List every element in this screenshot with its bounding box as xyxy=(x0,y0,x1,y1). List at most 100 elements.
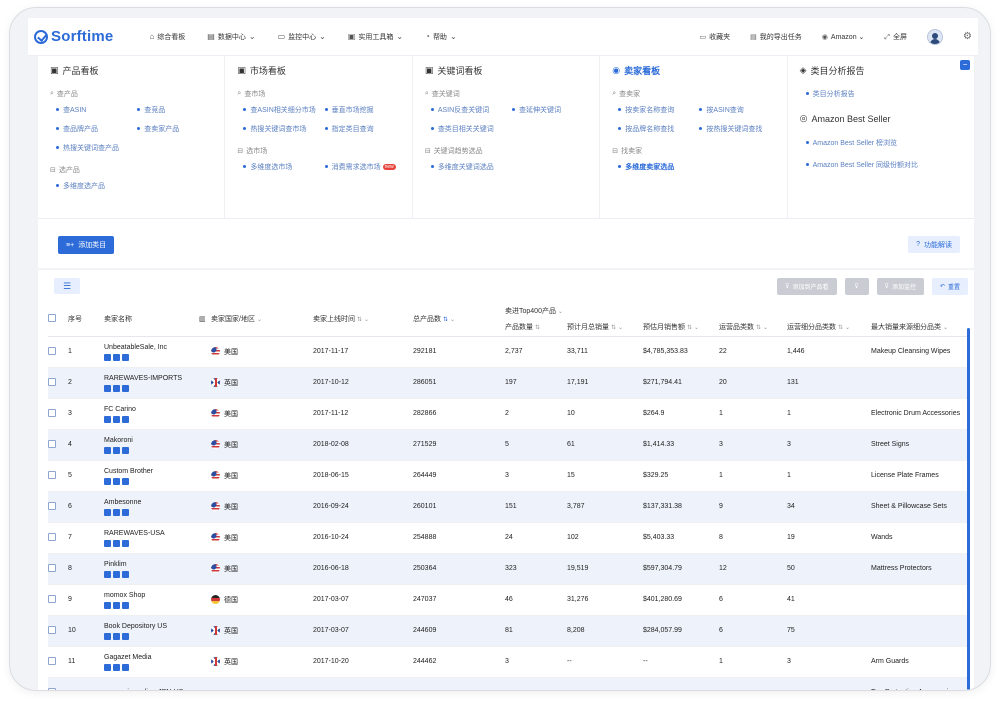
header-country[interactable]: 卖家国家/地区 ⌄ xyxy=(211,302,313,337)
chart-icon[interactable] xyxy=(113,632,120,640)
link-asin-query[interactable]: 按ASIN查询 xyxy=(699,105,774,115)
table-row[interactable]: 7 RAREWAVES-USA 美国 2016-10-24 254888 24 102 $5,… xyxy=(48,522,971,554)
reset-button[interactable]: ↶ 重置 xyxy=(931,278,968,295)
vertical-scrollbar[interactable] xyxy=(967,328,970,690)
link-category-query[interactable]: 指定类目查询 xyxy=(324,124,400,134)
seller-name-link[interactable]: RAREWAVES-USA xyxy=(104,529,211,538)
link-multi-dim-seller[interactable]: 多维度卖家选品 xyxy=(618,162,774,172)
store-icon[interactable] xyxy=(104,446,111,454)
table-row[interactable]: 11 Gagazet Media 英国 2017-10-20 244462 3 -- -- 1 3… xyxy=(48,646,971,678)
nav-help[interactable]: ◔ 帮助 ⌄ xyxy=(425,32,457,42)
category-report-title[interactable]: ◈ 类目分析报告 xyxy=(800,64,962,77)
chart-icon[interactable] xyxy=(113,663,120,671)
table-row[interactable]: 3 FC Carino 美国 2017-11-12 282866 2 10 $264.9 1 1 E… xyxy=(48,398,971,430)
seller-name-link[interactable]: Pinklim xyxy=(104,560,211,569)
chart-icon[interactable] xyxy=(113,539,120,547)
user-icon[interactable] xyxy=(122,570,129,578)
keyword-board-title[interactable]: ▣ 关键词看板 xyxy=(425,64,587,77)
store-icon[interactable] xyxy=(104,632,111,640)
link-multi-dim-market[interactable]: 多维度选市场 xyxy=(243,162,318,172)
link-search-seller-products[interactable]: 查卖家产品 xyxy=(137,124,212,134)
chart-icon[interactable] xyxy=(113,446,120,454)
link-search-brand-products[interactable]: 查品牌产品 xyxy=(56,124,131,134)
link-demand-market[interactable]: 消费需求选市场 new xyxy=(324,162,400,172)
user-icon[interactable] xyxy=(122,353,129,361)
store-icon[interactable] xyxy=(104,508,111,516)
store-icon[interactable] xyxy=(104,570,111,578)
chart-icon[interactable] xyxy=(113,384,120,392)
nav-toolbox[interactable]: ▣ 实用工具箱 ⌄ xyxy=(348,32,403,42)
select-all-checkbox[interactable] xyxy=(48,313,56,322)
table-row[interactable]: 2 RAREWAVES-IMPORTS 英国 2017-10-12 286051 197 1… xyxy=(48,367,971,399)
user-icon[interactable] xyxy=(122,415,129,423)
header-total-products[interactable]: 总产品数 ⇅ ⌄ xyxy=(413,302,505,337)
seller-name-link[interactable]: Book Depository US xyxy=(104,622,211,631)
link-asin-submarket[interactable]: 查ASIN相关细分市场 xyxy=(243,105,318,115)
link-asin-reverse-keyword[interactable]: ASIN反查关键词 xyxy=(430,105,506,115)
link-search-asin[interactable]: 查ASIN xyxy=(56,105,131,115)
export-tasks-button[interactable]: ▤ 我的导出任务 xyxy=(750,32,802,42)
chart-icon[interactable] xyxy=(113,508,120,516)
user-icon[interactable] xyxy=(122,539,129,547)
row-checkbox[interactable] xyxy=(48,656,56,665)
add-category-button[interactable]: ≡+ 添加类目 xyxy=(58,236,115,254)
row-checkbox[interactable] xyxy=(48,594,56,603)
seller-name-link[interactable]: Gagazet Media xyxy=(104,653,211,662)
marketplace-select[interactable]: ◉ Amazon ⌄ xyxy=(822,33,865,41)
link-seller-name-query[interactable]: 按卖家名称查询 xyxy=(618,105,693,115)
nav-monitor-center[interactable]: ▭ 监控中心 ⌄ xyxy=(278,32,326,42)
link-hot-keyword-products[interactable]: 热搜关键词查产品 xyxy=(56,143,131,153)
link-extended-keyword[interactable]: 查延伸关键词 xyxy=(512,105,587,115)
link-brand-name-search[interactable]: 按品牌名称查找 xyxy=(618,124,693,134)
seller-board-title[interactable]: ◉ 卖家看板 xyxy=(612,64,774,77)
table-row[interactable]: 6 Ambesonne 美国 2016-09-24 260101 151 3,787 $137… xyxy=(48,491,971,523)
link-hot-keyword-search[interactable]: 按热搜关键词查找 xyxy=(699,124,774,134)
chart-icon[interactable] xyxy=(113,353,120,361)
header-monthly-revenue[interactable]: 预估月销售额 ⇅ ⌄ xyxy=(643,319,719,337)
store-icon[interactable] xyxy=(104,353,111,361)
row-checkbox[interactable] xyxy=(48,563,56,572)
link-multi-dim-keyword[interactable]: 多维度关键词选品 xyxy=(430,162,587,172)
table-row[interactable]: 10 Book Depository US 英国 2017-03-07 244609 81… xyxy=(48,615,971,647)
user-icon[interactable] xyxy=(122,663,129,671)
seller-name-link[interactable]: samurai_media - JPN-US xyxy=(104,688,211,690)
seller-name-link[interactable]: FC Carino xyxy=(104,405,211,414)
store-icon[interactable] xyxy=(104,601,111,609)
chart-icon[interactable] xyxy=(113,601,120,609)
user-icon[interactable] xyxy=(122,446,129,454)
nav-data-center[interactable]: ▤ 数据中心 ⌄ xyxy=(207,32,255,42)
market-board-title[interactable]: ▣ 市场看板 xyxy=(237,64,399,77)
link-vertical-market[interactable]: 垂直市场挖掘 xyxy=(324,105,400,115)
header-ops-subcategories[interactable]: 运营细分品类数 ⇅ ⌄ xyxy=(787,319,871,337)
filter-button[interactable]: ⊽ xyxy=(844,278,869,295)
header-column-config[interactable]: ▥ xyxy=(199,302,211,337)
column-settings-button[interactable]: ☰ xyxy=(54,278,80,294)
store-icon[interactable] xyxy=(104,663,111,671)
store-icon[interactable] xyxy=(104,384,111,392)
header-top400-group[interactable]: 卖进Top400产品 ⌄ xyxy=(505,302,970,319)
row-checkbox[interactable] xyxy=(48,346,56,355)
seller-name-link[interactable]: Makoroni xyxy=(104,436,211,445)
header-monthly-sales[interactable]: 预计月总销量 ⇅ ⌄ xyxy=(567,319,643,337)
user-icon[interactable] xyxy=(122,384,129,392)
header-top-subcategory[interactable]: 最大销量来源细分品类 ⌄ xyxy=(871,319,971,337)
user-icon[interactable] xyxy=(122,477,129,485)
fullscreen-button[interactable]: ⤢ 全屏 xyxy=(884,32,907,42)
link-best-seller-compare[interactable]: Amazon Best Seller 同级份额对比 xyxy=(805,160,962,170)
seller-name-link[interactable]: Ambesonne xyxy=(104,498,211,507)
header-product-count[interactable]: 产品数量 ⇅ xyxy=(505,319,567,337)
store-icon[interactable] xyxy=(104,415,111,423)
header-ops-categories[interactable]: 运营品类数 ⇅ ⌄ xyxy=(719,319,787,337)
function-explain-button[interactable]: ? 功能解读 xyxy=(908,236,960,253)
nav-dashboard[interactable]: ⌂ 综合看板 xyxy=(149,32,185,42)
seller-name-link[interactable]: UnbeatableSale, Inc xyxy=(104,343,211,352)
link-hot-keyword-market[interactable]: 热搜关键词查市场 xyxy=(243,124,318,134)
row-checkbox[interactable] xyxy=(48,408,56,417)
link-category-keyword[interactable]: 查类目相关关键词 xyxy=(430,124,506,134)
link-search-competitor[interactable]: 查竞品 xyxy=(137,105,212,115)
chart-icon[interactable] xyxy=(113,477,120,485)
favorites-button[interactable]: ▭ 收藏夹 xyxy=(700,32,731,42)
table-row[interactable]: 9 momox Shop 德国 2017-03-07 247037 46 31,276 $40… xyxy=(48,584,971,616)
row-checkbox[interactable] xyxy=(48,439,56,448)
header-seller-name[interactable]: 卖家名称 xyxy=(104,302,199,337)
